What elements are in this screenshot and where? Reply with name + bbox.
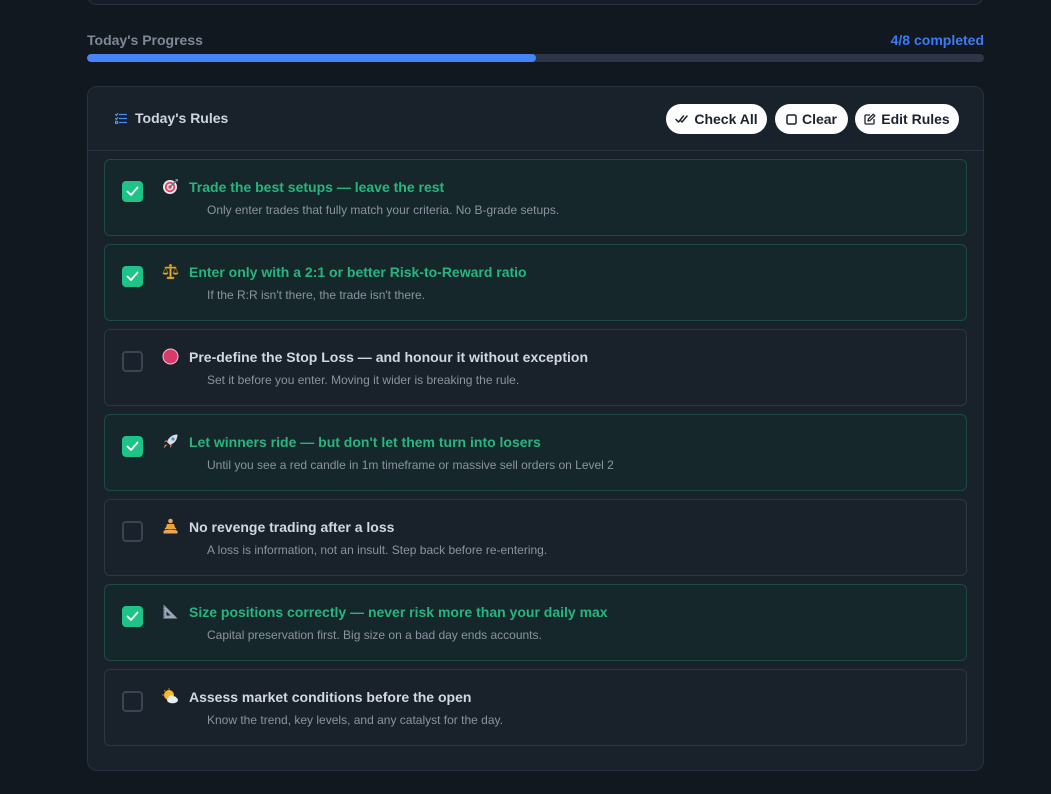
rule-item[interactable]: Assess market conditions before the open…: [104, 669, 967, 746]
sun-cloud-icon: [161, 687, 179, 705]
rule-checkbox[interactable]: [122, 521, 143, 542]
rule-list: Trade the best setups — leave the rest O…: [104, 159, 967, 754]
rule-checkbox[interactable]: [122, 436, 143, 457]
triangle-ruler-icon: [161, 602, 179, 620]
rule-title: Size positions correctly — never risk mo…: [189, 604, 608, 620]
rules-title: Today's Rules: [135, 110, 229, 126]
rule-title: Assess market conditions before the open: [189, 689, 472, 705]
double-check-icon: [675, 115, 689, 123]
rocket-icon: [161, 432, 179, 450]
square-icon: [786, 113, 797, 125]
rule-checkbox[interactable]: [122, 181, 143, 202]
check-all-button[interactable]: Check All: [666, 104, 767, 134]
progress-label: Today's Progress: [87, 32, 203, 48]
rule-description: Set it before you enter. Moving it wider…: [207, 373, 520, 387]
target-icon: [161, 177, 179, 195]
rule-description: If the R:R isn't there, the trade isn't …: [207, 288, 426, 302]
rule-item[interactable]: Let winners ride — but don't let them tu…: [104, 414, 967, 491]
progress-bar-fill: [87, 54, 536, 62]
rule-item[interactable]: Trade the best setups — leave the rest O…: [104, 159, 967, 236]
edit-rules-button[interactable]: Edit Rules: [855, 104, 959, 134]
edit-rules-label: Edit Rules: [881, 111, 950, 127]
rule-item[interactable]: Enter only with a 2:1 or better Risk-to-…: [104, 244, 967, 321]
list-check-icon: [115, 113, 127, 124]
progress-count: 4/8 completed: [890, 32, 984, 48]
rule-description: Capital preservation first. Big size on …: [207, 628, 542, 642]
check-all-label: Check All: [694, 111, 758, 127]
rule-description: Know the trend, key levels, and any cata…: [207, 713, 503, 727]
rule-title: Pre-define the Stop Loss — and honour it…: [189, 349, 589, 365]
rule-checkbox[interactable]: [122, 691, 143, 712]
red-circle-icon: [161, 347, 179, 365]
meditation-icon: [161, 517, 179, 535]
previous-card: [87, 0, 984, 5]
rule-title: Let winners ride — but don't let them tu…: [189, 434, 541, 450]
progress-bar: [87, 54, 984, 62]
checkmark-icon: [126, 441, 139, 451]
checkmark-icon: [126, 271, 139, 281]
rule-item[interactable]: Pre-define the Stop Loss — and honour it…: [104, 329, 967, 406]
rule-title: Trade the best setups — leave the rest: [189, 179, 445, 195]
rule-checkbox[interactable]: [122, 351, 143, 372]
rule-checkbox[interactable]: [122, 266, 143, 287]
clear-button[interactable]: Clear: [775, 104, 848, 134]
clear-label: Clear: [801, 111, 838, 127]
rule-description: Only enter trades that fully match your …: [207, 203, 560, 217]
rule-title: Enter only with a 2:1 or better Risk-to-…: [189, 264, 527, 280]
rules-card: Today's Rules Check All Clear Edit Rules…: [87, 86, 984, 771]
rule-item[interactable]: Size positions correctly — never risk mo…: [104, 584, 967, 661]
rule-description: Until you see a red candle in 1m timefra…: [207, 458, 614, 472]
rule-item[interactable]: No revenge trading after a loss A loss i…: [104, 499, 967, 576]
scales-icon: [161, 262, 179, 280]
checkmark-icon: [126, 611, 139, 621]
rules-header: Today's Rules Check All Clear Edit Rules: [88, 87, 983, 151]
rule-description: A loss is information, not an insult. St…: [207, 543, 548, 557]
rule-checkbox[interactable]: [122, 606, 143, 627]
rule-title: No revenge trading after a loss: [189, 519, 395, 535]
checkmark-icon: [126, 186, 139, 196]
edit-icon: [864, 113, 876, 125]
